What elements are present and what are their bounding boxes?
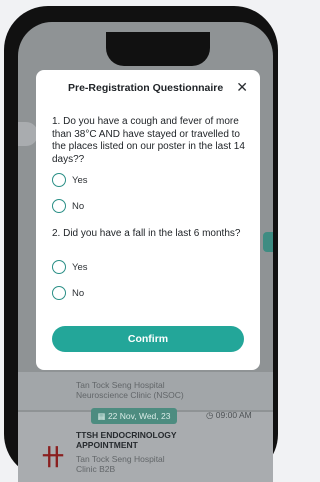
option-label: Yes (72, 174, 88, 186)
question-1-option-yes[interactable]: Yes (52, 171, 88, 189)
appointment-card: Tan Tock Seng Hospital Neuroscience Clin… (18, 372, 273, 410)
question-1-option-no[interactable]: No (52, 197, 84, 215)
clinic-name-line2: Neuroscience Clinic (NSOC) (76, 390, 184, 400)
questionnaire-modal: Pre-Registration Questionnaire ✕ 1. Do y… (36, 70, 260, 370)
modal-title: Pre-Registration Questionnaire (68, 82, 224, 94)
phone-notch (106, 32, 210, 66)
clinic-name-line1: Tan Tock Seng Hospital (76, 380, 165, 390)
appointment-title: TTSH ENDOCRINOLOGY APPOINTMENT (76, 430, 177, 450)
calendar-icon: ▦ (97, 411, 108, 421)
radio-button[interactable] (52, 260, 66, 274)
appointment-time-text: 09:00 AM (215, 410, 252, 420)
option-label: No (72, 287, 85, 299)
option-label: No (72, 200, 85, 212)
background-tab (263, 232, 273, 252)
appointment-date: 22 Nov, Wed, 23 (107, 411, 171, 421)
question-2-option-no[interactable]: No (52, 284, 84, 302)
question-2-option-yes[interactable]: Yes (52, 258, 88, 276)
radio-button[interactable] (52, 199, 66, 213)
radio-button[interactable] (52, 173, 66, 187)
hospital-logo-icon: 卄 (42, 445, 65, 470)
question-2-text: 2. Did you have a fall in the last 6 mon… (52, 228, 241, 239)
confirm-button[interactable]: Confirm (52, 326, 244, 352)
appointment-date-badge: ▦ 22 Nov, Wed, 23 (91, 408, 177, 424)
radio-button[interactable] (52, 286, 66, 300)
clinic-name-line1: Tan Tock Seng Hospital (76, 454, 165, 464)
clock-icon: ◷ (206, 410, 216, 420)
option-label: Yes (72, 261, 88, 273)
clinic-name-line2: Clinic B2B (76, 464, 116, 474)
background-element (18, 122, 38, 146)
question-1-text: 1. Do you have a cough and fever of more… (52, 116, 245, 165)
close-icon[interactable]: ✕ (236, 79, 248, 96)
appointment-time: ◷ 09:00 AM (206, 410, 252, 421)
